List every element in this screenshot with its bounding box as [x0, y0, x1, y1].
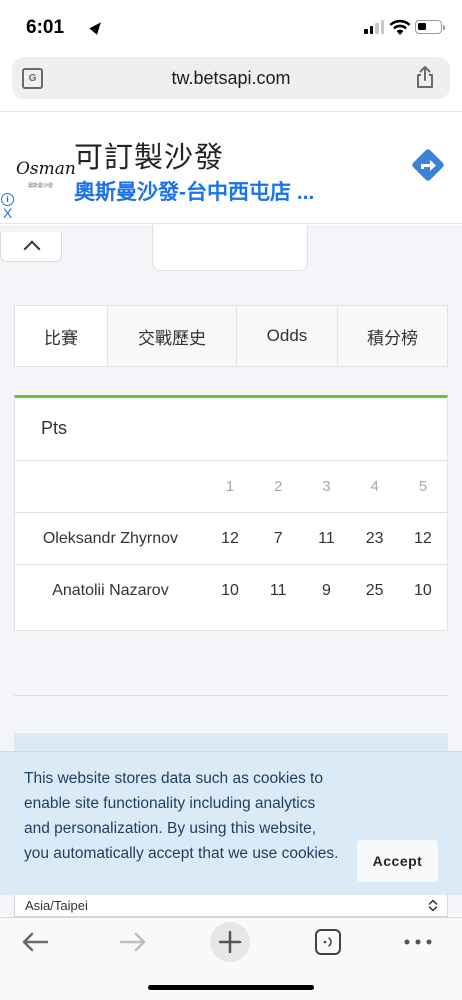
forward-button[interactable] [116, 922, 150, 962]
wifi-icon [389, 19, 411, 35]
points-card: Pts 1 2 3 4 5 Oleksandr Zhyrnov 12 7 11 … [14, 395, 448, 631]
tab-standings[interactable]: 積分榜 [338, 306, 447, 366]
score-cell: 9 [302, 564, 351, 617]
cellular-signal-icon [364, 20, 384, 34]
battery-icon [415, 20, 445, 34]
score-cell: 12 [398, 512, 447, 565]
ad-logo: Osman [16, 159, 76, 179]
points-table: 1 2 3 4 5 Oleksandr Zhyrnov 12 7 11 23 1… [15, 460, 447, 617]
more-icon [404, 939, 432, 945]
url-text[interactable]: tw.betsapi.com [12, 68, 450, 89]
header-cell: 1 [205, 460, 255, 513]
collapse-button[interactable] [0, 232, 62, 262]
tab-match[interactable]: 比賽 [15, 306, 108, 366]
tab-switcher-icon [315, 929, 341, 955]
tabs-button[interactable] [313, 922, 343, 962]
share-icon[interactable] [414, 65, 436, 89]
match-tabs: 比賽 交戰歷史 Odds 積分榜 [14, 305, 448, 367]
new-tab-button[interactable] [209, 922, 251, 962]
section-divider [14, 695, 448, 696]
status-bar: 6:01 [0, 0, 462, 56]
header-cell: 2 [254, 460, 303, 513]
table-row: Anatolii Nazarov 10 11 9 25 10 [15, 564, 447, 617]
score-cell: 10 [205, 564, 255, 617]
score-cell: 23 [350, 512, 399, 565]
score-cell: 11 [254, 564, 303, 617]
header-cell: 3 [302, 460, 351, 513]
plus-icon [210, 922, 250, 962]
score-cell: 12 [205, 512, 255, 565]
tab-head-to-head[interactable]: 交戰歷史 [108, 306, 237, 366]
cookie-message: This website stores data such as cookies… [24, 770, 339, 862]
score-cell: 10 [398, 564, 447, 617]
address-bar[interactable]: G tw.betsapi.com [12, 57, 450, 99]
directions-arrow-icon[interactable] [408, 145, 448, 185]
score-cell: 7 [254, 512, 303, 565]
accept-button[interactable]: Accept [357, 840, 438, 882]
player-name: Anatolii Nazarov [15, 564, 206, 617]
player-name: Oleksandr Zhyrnov [15, 512, 206, 565]
header-cell [15, 460, 206, 513]
timezone-select[interactable]: Asia/Taipei [14, 895, 448, 917]
tab-odds[interactable]: Odds [237, 306, 338, 366]
score-card [152, 225, 308, 271]
location-icon [89, 19, 105, 35]
timezone-value: Asia/Taipei [25, 898, 88, 913]
ad-close-icon[interactable]: X [3, 205, 12, 221]
menu-button[interactable] [402, 922, 434, 962]
header-cell: 4 [350, 460, 399, 513]
score-cell: 25 [350, 564, 399, 617]
status-time: 6:01 [26, 17, 65, 38]
ad-banner[interactable]: Osman 奧斯曼沙發 可訂製沙發 奧斯曼沙發-台中西屯店 ... [0, 111, 462, 224]
table-row: Oleksandr Zhyrnov 12 7 11 23 12 [15, 512, 447, 565]
home-indicator [148, 985, 314, 990]
score-cell: 11 [302, 512, 351, 565]
points-title: Pts [41, 418, 68, 438]
back-button[interactable] [18, 922, 52, 962]
ad-title[interactable]: 可訂製沙發 [74, 134, 224, 176]
table-header-row: 1 2 3 4 5 [15, 460, 447, 513]
header-cell: 5 [398, 460, 447, 513]
select-chevron-icon [428, 899, 438, 912]
cookie-banner: This website stores data such as cookies… [0, 751, 462, 895]
forward-arrow-icon [119, 932, 146, 952]
ad-subtitle[interactable]: 奧斯曼沙發-台中西屯店 ... [74, 176, 314, 206]
back-arrow-icon [22, 932, 49, 952]
ad-logo-subtitle: 奧斯曼沙發 [28, 183, 54, 189]
